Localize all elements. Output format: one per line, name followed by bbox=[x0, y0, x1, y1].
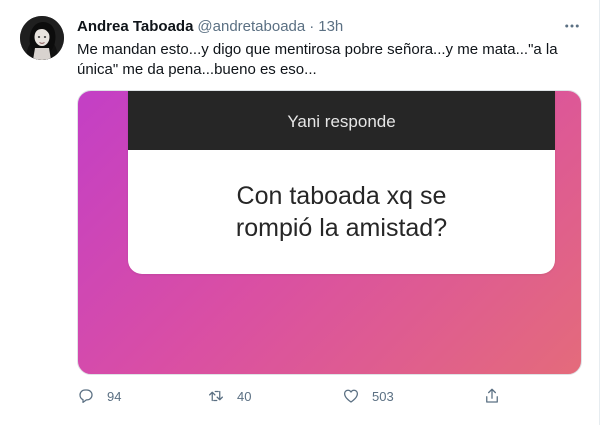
more-options-button[interactable] bbox=[560, 14, 584, 38]
header-separator: · bbox=[309, 17, 315, 35]
reply-icon bbox=[77, 387, 95, 405]
question-text: Con taboada xq se rompió la amistad? bbox=[235, 182, 448, 242]
reply-button[interactable]: 94 bbox=[77, 384, 121, 408]
question-card-body: Con taboada xq se rompió la amistad? bbox=[128, 150, 555, 274]
tweet-header: Andrea Taboada @andretaboada · 13h bbox=[77, 15, 343, 37]
share-icon bbox=[483, 387, 501, 405]
heart-icon bbox=[342, 387, 360, 405]
author-display-name[interactable]: Andrea Taboada bbox=[77, 18, 193, 35]
like-button[interactable]: 503 bbox=[342, 384, 394, 408]
more-horizontal-icon bbox=[565, 24, 579, 28]
retweet-icon bbox=[207, 387, 225, 405]
reply-count: 94 bbox=[107, 388, 122, 404]
question-card-title: Yani responde bbox=[287, 111, 396, 131]
tweet-text: Me mandan esto...y digo que mentirosa po… bbox=[77, 41, 558, 78]
tweet-media[interactable]: Yani responde Con taboada xq se rompió l… bbox=[77, 90, 582, 375]
retweet-button[interactable]: 40 bbox=[207, 384, 251, 408]
like-count: 503 bbox=[372, 388, 394, 404]
tweet-timestamp[interactable]: 13h bbox=[318, 18, 343, 35]
tweet-actions: 94 40 503 bbox=[77, 384, 507, 408]
retweet-count: 40 bbox=[237, 388, 252, 404]
question-card-header: Yani responde bbox=[128, 91, 555, 150]
tweet[interactable]: Andrea Taboada @andretaboada · 13h Me ma… bbox=[0, 0, 600, 425]
share-button[interactable] bbox=[483, 384, 501, 408]
avatar-image bbox=[20, 16, 64, 60]
question-card: Yani responde Con taboada xq se rompió l… bbox=[128, 91, 555, 274]
avatar[interactable] bbox=[20, 16, 64, 60]
author-handle[interactable]: @andretaboada bbox=[197, 18, 305, 35]
